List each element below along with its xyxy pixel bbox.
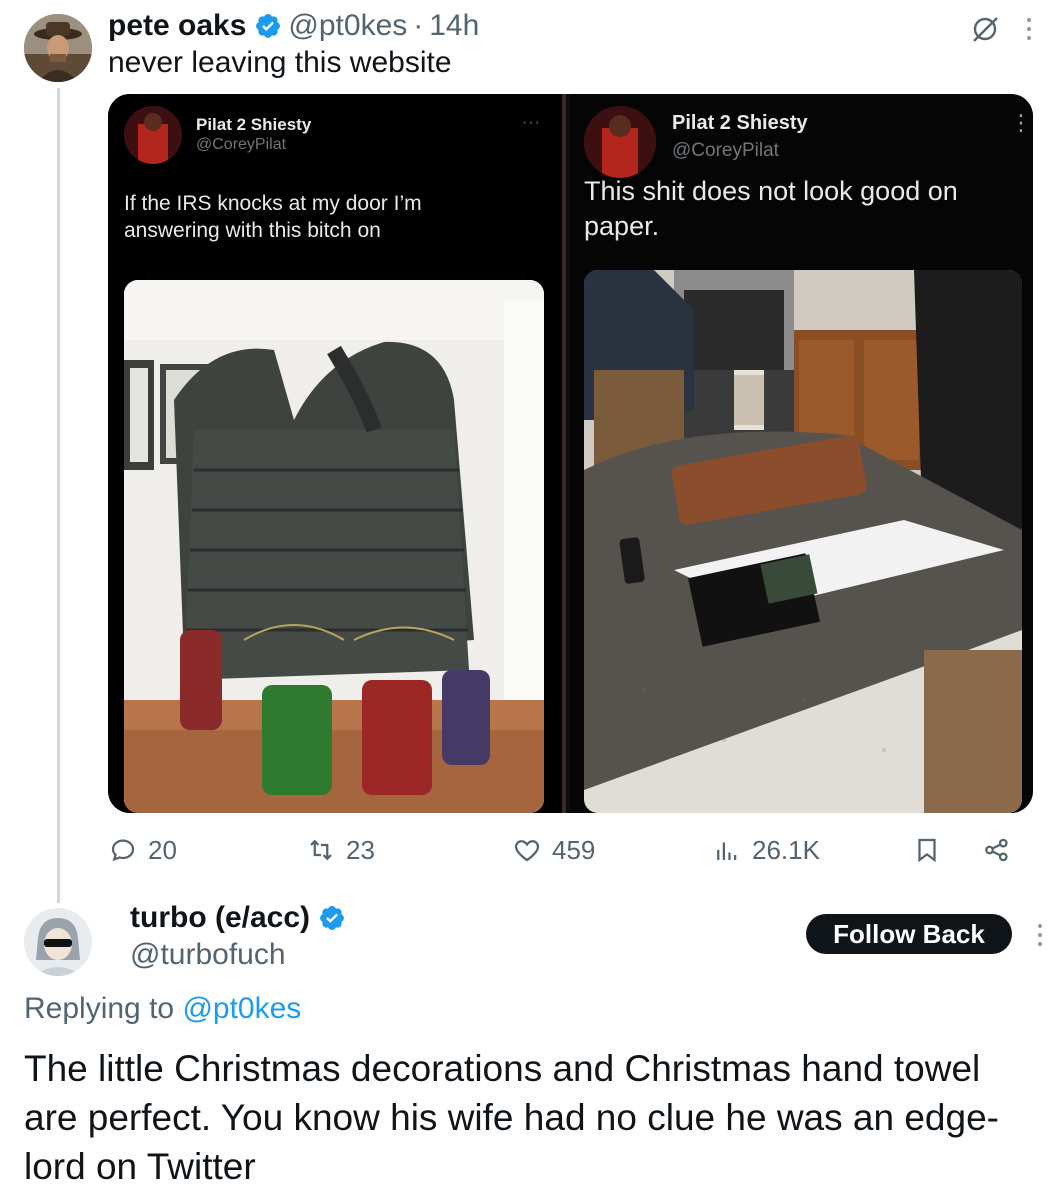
embedded-name: Pilat 2 Shiesty bbox=[196, 115, 312, 134]
media-divider bbox=[562, 94, 567, 813]
share-button[interactable] bbox=[982, 828, 1022, 872]
retweet-button[interactable]: 23 bbox=[306, 828, 375, 872]
tweet-header: pete oaks @pt0kes · 14h bbox=[108, 8, 479, 44]
kitchen-photo bbox=[584, 270, 1023, 813]
tweet-text: never leaving this website bbox=[108, 46, 452, 79]
like-icon bbox=[514, 840, 540, 862]
embedded-text: This shit does not look good on paper. bbox=[584, 176, 958, 242]
share-icon bbox=[985, 838, 1008, 862]
tweet-time[interactable]: 14h bbox=[429, 9, 479, 43]
thread-line bbox=[57, 88, 60, 903]
tweet-actions: 20 23 459 26.1K bbox=[108, 828, 1038, 872]
embedded-handle: @CoreyPilat bbox=[672, 140, 779, 161]
embedded-handle: @CoreyPilat bbox=[196, 136, 287, 153]
retweet-icon bbox=[310, 839, 332, 861]
vest-photo bbox=[124, 280, 544, 813]
embedded-more-icon: ⋮ bbox=[1010, 110, 1033, 135]
reply-count: 20 bbox=[148, 834, 177, 865]
separator-dot: · bbox=[413, 9, 424, 42]
embedded-avatar bbox=[124, 106, 182, 164]
embedded-tweet-right: Pilat 2 Shiesty @CoreyPilat ⋮ This shit … bbox=[570, 94, 1033, 813]
like-count: 459 bbox=[552, 834, 596, 865]
embedded-tweet-left: Pilat 2 Shiesty @CoreyPilat ··· If the I… bbox=[108, 94, 563, 813]
verified-icon bbox=[256, 14, 281, 38]
grok-icon[interactable] bbox=[970, 14, 1000, 44]
reply-author-avatar[interactable] bbox=[24, 908, 92, 976]
reply-button[interactable]: 20 bbox=[108, 828, 177, 872]
like-button[interactable]: 459 bbox=[512, 828, 595, 872]
verified-icon bbox=[320, 906, 344, 930]
reply-author-handle[interactable]: @turbofuch bbox=[130, 938, 286, 972]
follow-back-button[interactable]: Follow Back bbox=[806, 914, 1012, 954]
author-name[interactable]: pete oaks bbox=[108, 9, 246, 43]
retweet-count: 23 bbox=[346, 834, 375, 865]
views-count: 26.1K bbox=[752, 834, 820, 865]
replying-prefix: Replying to bbox=[24, 992, 175, 1025]
bookmark-icon bbox=[918, 838, 936, 863]
embedded-name: Pilat 2 Shiesty bbox=[672, 112, 808, 134]
embedded-more-icon: ··· bbox=[522, 114, 541, 131]
reply-text: The little Christmas decorations and Chr… bbox=[24, 1048, 999, 1187]
reply-icon bbox=[111, 839, 135, 862]
tweet-media[interactable]: Pilat 2 Shiesty @CoreyPilat ··· If the I… bbox=[108, 94, 1033, 813]
views-button[interactable]: 26.1K bbox=[712, 828, 820, 872]
author-handle[interactable]: @pt0kes bbox=[288, 9, 407, 43]
replying-mention[interactable]: @pt0kes bbox=[182, 992, 301, 1025]
replying-to: Replying to @pt0kes bbox=[24, 992, 301, 1026]
views-icon bbox=[717, 842, 737, 860]
author-avatar[interactable] bbox=[24, 14, 92, 82]
embedded-avatar bbox=[584, 106, 657, 178]
reply-header: turbo (e/acc) bbox=[130, 898, 352, 938]
more-icon[interactable] bbox=[1034, 920, 1046, 950]
more-icon[interactable] bbox=[1022, 14, 1036, 44]
bookmark-button[interactable] bbox=[912, 828, 952, 872]
reply-author-name[interactable]: turbo (e/acc) bbox=[130, 901, 310, 935]
embedded-text: If the IRS knocks at my door I’m answeri… bbox=[124, 192, 422, 243]
